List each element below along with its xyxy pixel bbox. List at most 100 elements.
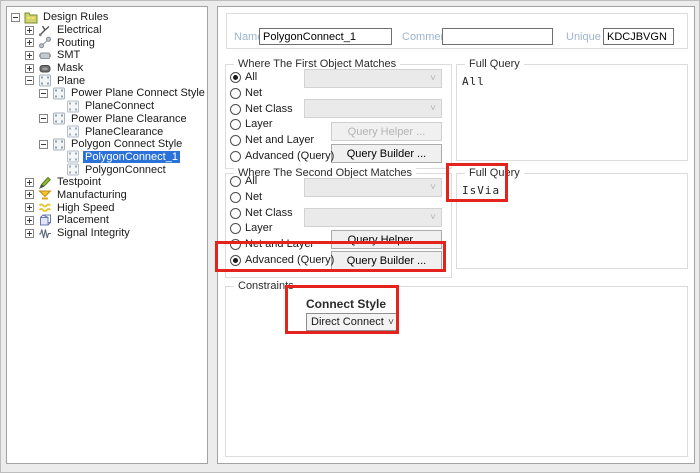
constraints-box: Constraints [225, 286, 688, 457]
tree-item-label: Power Plane Clearance [69, 113, 189, 125]
radio-button-icon [230, 208, 241, 219]
expand-plus-icon[interactable] [25, 216, 34, 225]
tree-item-smt[interactable]: SMT [7, 49, 207, 62]
tree-item-plane[interactable]: Plane [7, 74, 207, 87]
tree-item-label: Placement [55, 214, 111, 226]
first-match-option-layer[interactable]: Layer [230, 117, 273, 131]
radio-option-label: Net Class [245, 103, 293, 115]
first-match-option-all[interactable]: All [230, 70, 257, 84]
collapse-minus-icon[interactable] [39, 140, 48, 149]
tree-item-high-speed[interactable]: High Speed [7, 201, 207, 214]
first-match-netclass-combo: ˅ [304, 99, 442, 118]
chevron-down-icon: ˅ [430, 74, 436, 84]
full-query-second-box: Full Query IsVia [456, 173, 688, 269]
tree-item-label: Electrical [55, 24, 104, 36]
chevron-down-icon: ˅ [430, 104, 436, 114]
expand-plus-icon[interactable] [25, 190, 34, 199]
radio-option-label: All [245, 71, 257, 83]
collapse-minus-icon[interactable] [25, 76, 34, 85]
full-query-first-value: All [462, 75, 485, 88]
electrical-icon [38, 24, 52, 37]
rule-editor-panel: Name Comment Unique ID Where The First O… [217, 6, 695, 464]
plane-icon [38, 74, 52, 87]
second-match-option-advanced-query-[interactable]: Advanced (Query) [230, 253, 334, 267]
tree-item-label: PolygonConnect [83, 164, 168, 176]
tree-item-manufacturing[interactable]: Manufacturing [7, 189, 207, 202]
collapse-minus-icon[interactable] [39, 114, 48, 123]
second-match-option-net[interactable]: Net [230, 190, 262, 204]
first-match-net-combo: ˅ [304, 69, 442, 88]
unique-id-input[interactable] [603, 28, 674, 45]
second-match-option-layer[interactable]: Layer [230, 221, 273, 235]
first-match-option-net-class[interactable]: Net Class [230, 102, 293, 116]
expand-plus-icon[interactable] [25, 178, 34, 187]
first-match-option-advanced-query-[interactable]: Advanced (Query) [230, 149, 334, 163]
connect-style-label: Connect Style [306, 297, 386, 311]
expand-plus-icon[interactable] [25, 51, 34, 60]
constraints-title: Constraints [234, 280, 298, 293]
second-match-query-helper-button[interactable]: Query Helper ... [331, 230, 442, 249]
tree-item-polygonconnect-1[interactable]: PolygonConnect_1 [7, 151, 207, 164]
tree-item-label: Signal Integrity [55, 227, 132, 239]
tree-item-label: PlaneConnect [83, 100, 156, 112]
tree-item-power-plane-clearance[interactable]: Power Plane Clearance [7, 113, 207, 126]
radio-option-label: Advanced (Query) [245, 254, 334, 266]
mask-icon [38, 62, 52, 75]
routing-icon [38, 36, 52, 49]
tree-item-planeclearance[interactable]: PlaneClearance [7, 125, 207, 138]
tree-item-design-rules[interactable]: Design Rules [7, 11, 207, 24]
full-query-first-title: Full Query [465, 58, 524, 71]
second-match-option-net-and-layer[interactable]: Net and Layer [230, 237, 314, 251]
tree-item-label: High Speed [55, 202, 117, 214]
expand-plus-icon[interactable] [25, 38, 34, 47]
radio-option-label: Layer [245, 222, 273, 234]
expand-plus-icon[interactable] [25, 26, 34, 35]
tree-item-electrical[interactable]: Electrical [7, 24, 207, 37]
rule-icon [66, 125, 80, 138]
tree-item-routing[interactable]: Routing [7, 36, 207, 49]
name-input[interactable] [259, 28, 392, 45]
radio-button-icon [230, 135, 241, 146]
rule-type-icon [52, 112, 66, 125]
radio-button-icon [230, 176, 241, 187]
second-match-net-combo: ˅ [304, 178, 442, 197]
first-match-query-builder-button[interactable]: Query Builder ... [331, 144, 442, 163]
collapse-minus-icon[interactable] [11, 13, 20, 22]
radio-button-icon [230, 72, 241, 83]
collapse-minus-icon[interactable] [39, 89, 48, 98]
expand-plus-icon[interactable] [25, 203, 34, 212]
expand-plus-icon[interactable] [25, 229, 34, 238]
chevron-down-icon: ˅ [430, 183, 436, 193]
tree-item-label: PolygonConnect_1 [83, 151, 180, 163]
rule-type-icon [52, 87, 66, 100]
second-match-option-net-class[interactable]: Net Class [230, 206, 293, 220]
second-match-query-builder-button[interactable]: Query Builder ... [331, 251, 442, 270]
radio-option-label: Advanced (Query) [245, 150, 334, 162]
rules-tree-panel: Design RulesElectricalRoutingSMTMaskPlan… [6, 6, 208, 464]
tree-item-label: Plane [55, 75, 87, 87]
tree-item-polygon-connect-style[interactable]: Polygon Connect Style [7, 138, 207, 151]
first-match-option-net[interactable]: Net [230, 86, 262, 100]
connect-style-dropdown[interactable]: Direct Connect ˅ [306, 313, 399, 331]
rule-icon [66, 150, 80, 163]
second-match-option-all[interactable]: All [230, 174, 257, 188]
radio-button-icon [230, 192, 241, 203]
chevron-down-icon: ˅ [388, 317, 394, 328]
tree-item-placement[interactable]: Placement [7, 214, 207, 227]
tree-item-label: Mask [55, 62, 85, 74]
radio-button-icon [230, 104, 241, 115]
radio-button-icon [230, 151, 241, 162]
tree-item-signal-integrity[interactable]: Signal Integrity [7, 227, 207, 240]
tree-item-power-plane-connect-style[interactable]: Power Plane Connect Style [7, 87, 207, 100]
comment-input[interactable] [442, 28, 553, 45]
tree-item-planeconnect[interactable]: PlaneConnect [7, 100, 207, 113]
radio-button-icon [230, 255, 241, 266]
tree-item-polygonconnect[interactable]: PolygonConnect [7, 163, 207, 176]
first-match-option-net-and-layer[interactable]: Net and Layer [230, 133, 314, 147]
tree-item-testpoint[interactable]: Testpoint [7, 176, 207, 189]
smt-icon [38, 49, 52, 62]
tree-item-label: Routing [55, 37, 97, 49]
expand-plus-icon[interactable] [25, 64, 34, 73]
tree-item-mask[interactable]: Mask [7, 62, 207, 75]
tree-item-label: Polygon Connect Style [69, 138, 184, 150]
